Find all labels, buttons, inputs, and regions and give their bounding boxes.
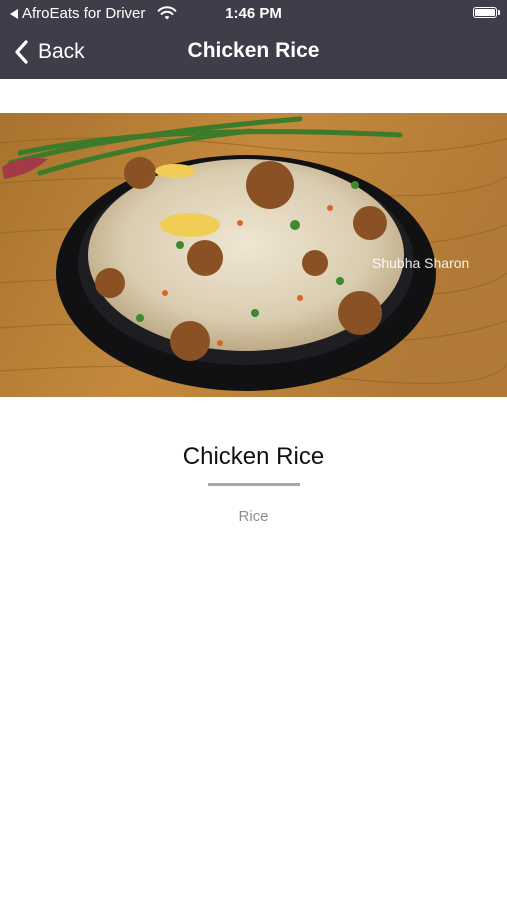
status-bar: AfroEats for Driver 1:46 PM [0, 0, 507, 26]
food-image: Shubha Sharon [0, 113, 507, 397]
status-time: 1:46 PM [225, 5, 282, 22]
page-title: Chicken Rice [187, 39, 320, 62]
battery-icon [473, 7, 500, 18]
food-name: Chicken Rice [182, 443, 325, 470]
food-category: Rice [238, 508, 269, 525]
title-divider [208, 483, 300, 486]
navigation-bar: Back Chicken Rice [0, 26, 507, 79]
screen: AfroEats for Driver 1:46 PM Back Chicken… [0, 0, 507, 900]
image-watermark: Shubha Sharon [372, 255, 469, 271]
top-bar: AfroEats for Driver 1:46 PM Back Chicken… [0, 0, 507, 79]
